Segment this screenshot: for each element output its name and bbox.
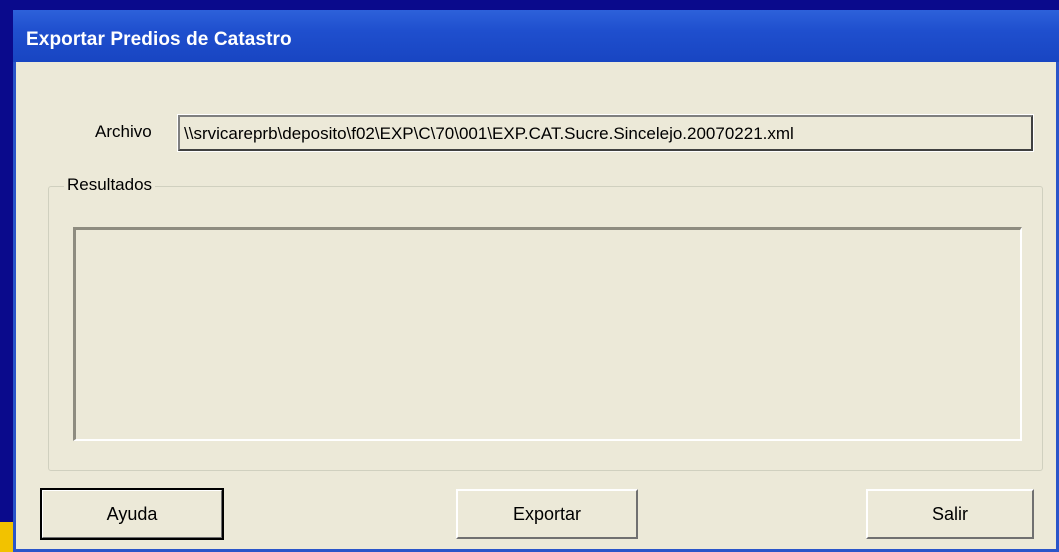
- archivo-path-field: \\srvicareprb\deposito\f02\EXP\C\70\001\…: [177, 114, 1034, 152]
- archivo-path-value: \\srvicareprb\deposito\f02\EXP\C\70\001\…: [184, 124, 794, 143]
- ayuda-button[interactable]: Ayuda: [40, 488, 224, 540]
- desktop-stripe: [0, 522, 13, 552]
- resultados-output-area[interactable]: [73, 227, 1022, 441]
- salir-button[interactable]: Salir: [866, 489, 1034, 539]
- archivo-label: Archivo: [95, 122, 152, 141]
- exportar-button[interactable]: Exportar: [456, 489, 638, 539]
- resultados-group: Resultados: [48, 175, 1043, 471]
- window-title: Exportar Predios de Catastro: [26, 29, 292, 50]
- export-dialog: Exportar Predios de Catastro Archivo \\s…: [13, 10, 1059, 552]
- title-bar[interactable]: Exportar Predios de Catastro: [13, 10, 1059, 62]
- dialog-body: Archivo \\srvicareprb\deposito\f02\EXP\C…: [16, 62, 1056, 549]
- resultados-label: Resultados: [64, 175, 156, 195]
